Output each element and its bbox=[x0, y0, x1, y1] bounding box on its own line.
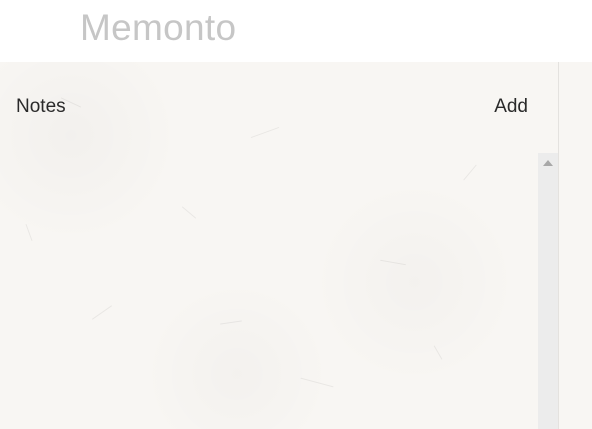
notes-list[interactable] bbox=[0, 152, 538, 429]
title-bar: Memonto bbox=[0, 0, 592, 62]
notes-list-scrollbar[interactable] bbox=[538, 153, 558, 429]
scroll-up-button[interactable] bbox=[538, 153, 558, 173]
app-title: Memonto bbox=[80, 7, 237, 48]
notes-title: Notes bbox=[16, 96, 66, 117]
triangle-up-icon bbox=[543, 160, 553, 166]
add-note-button[interactable]: Add bbox=[494, 94, 528, 120]
notes-header: Notes Add bbox=[0, 94, 558, 120]
notes-pane: Notes Add bbox=[0, 62, 559, 429]
memonto-window: Memonto Notes Add bbox=[0, 0, 592, 429]
